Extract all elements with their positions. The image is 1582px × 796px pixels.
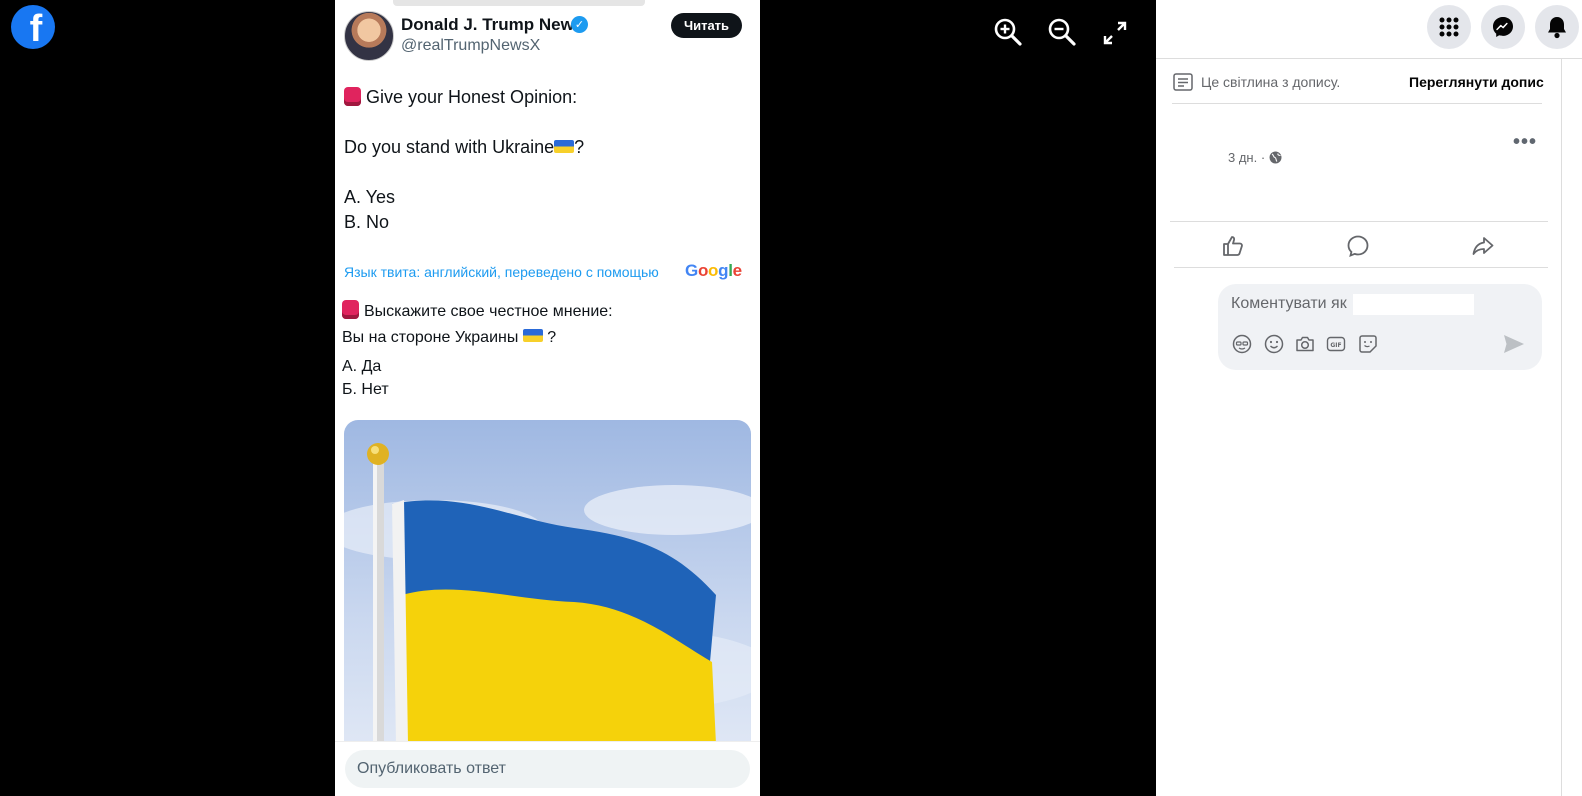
tweet-screenshot: Donald J. Trump News ✓ @realTrumpNewsX Ч… (335, 0, 760, 796)
notifications-button[interactable] (1535, 5, 1579, 49)
document-icon (1173, 73, 1193, 91)
ukraine-flag-icon (554, 140, 575, 153)
tweet-text: Give your Honest Opinion: (366, 87, 578, 107)
redacted-name (1353, 294, 1474, 315)
view-post-link[interactable]: Переглянути допис (1409, 74, 1544, 90)
bell-icon (1548, 17, 1566, 39)
divider (1170, 221, 1548, 222)
photo-viewer: f Donald J. Trump News ✓ @realTrumpNewsX… (0, 0, 1156, 796)
tweet-option: B. No (344, 212, 390, 232)
siren-icon (342, 300, 359, 319)
svg-text:GIF: GIF (1330, 342, 1341, 349)
tweet-text: Do you stand with Ukraine (344, 137, 555, 157)
siren-icon (344, 87, 361, 106)
zoom-in-icon[interactable] (993, 17, 1023, 47)
share-icon (1472, 237, 1494, 255)
translation-note[interactable]: Язык твита: английский, переведено с пом… (344, 264, 659, 280)
tweet-text: ? (574, 137, 585, 157)
verified-badge-icon: ✓ (571, 16, 588, 33)
top-bar (1156, 0, 1582, 59)
google-logo: Google (685, 261, 742, 280)
comment-icon (1347, 235, 1369, 257)
send-icon[interactable] (1503, 334, 1525, 354)
avatar (344, 11, 394, 61)
avatar-sticker-icon[interactable] (1232, 334, 1252, 354)
translated-option: Б. Нет (342, 381, 389, 398)
translated-text-line: Выскажите свое честное мнение: (342, 300, 613, 321)
translated-text: ? (547, 329, 557, 346)
like-icon (1223, 236, 1243, 256)
photo-info-text: Це світлина з допису. (1201, 74, 1341, 90)
comment-input[interactable]: Коментувати як (1231, 295, 1347, 313)
globe-icon (1269, 151, 1282, 164)
facebook-logo-icon[interactable]: f (11, 5, 55, 49)
tweet-author-handle: @realTrumpNewsX (401, 37, 541, 54)
tweet-top-divider (393, 0, 645, 6)
reply-bar: Опубликовать ответ (335, 741, 760, 796)
emoji-icon[interactable] (1264, 334, 1284, 354)
panel-scroll-edge (1561, 58, 1562, 796)
tweet-author-name: Donald J. Trump News (401, 15, 584, 34)
more-icon[interactable]: ••• (1513, 131, 1537, 154)
messenger-button[interactable] (1481, 5, 1525, 49)
like-button[interactable] (1217, 230, 1249, 262)
zoom-out-icon[interactable] (1047, 17, 1077, 47)
post-side-panel: Це світлина з допису. Переглянути допис … (1156, 0, 1582, 796)
ukraine-flag-photo[interactable] (344, 420, 751, 744)
fullscreen-icon[interactable] (1100, 18, 1130, 48)
apps-grid-icon (1439, 17, 1459, 37)
tweet-option: A. Yes (344, 187, 396, 207)
post-time[interactable]: 3 дн. · (1228, 150, 1265, 165)
comment-composer[interactable]: Коментувати як GIF (1218, 284, 1542, 370)
divider (1172, 103, 1542, 104)
divider (1174, 267, 1548, 268)
ukraine-flag-illustration (344, 443, 751, 744)
tweet-text-line: Give your Honest Opinion: (344, 87, 577, 108)
read-button[interactable]: Читать (671, 13, 742, 38)
camera-icon[interactable] (1295, 334, 1315, 354)
gif-icon[interactable]: GIF (1326, 334, 1346, 354)
ukraine-flag-icon (522, 329, 543, 342)
tweet-text-line: Do you stand with Ukraine? (344, 137, 584, 158)
comment-button[interactable] (1342, 230, 1374, 262)
translated-text-line: Вы на стороне Украины ? (342, 329, 556, 347)
messenger-icon (1493, 17, 1513, 37)
share-button[interactable] (1467, 230, 1499, 262)
sticker-icon[interactable] (1358, 334, 1378, 354)
translated-text: Выскажите свое честное мнение: (364, 303, 613, 320)
reply-input[interactable]: Опубликовать ответ (345, 750, 750, 788)
apps-menu-button[interactable] (1427, 5, 1471, 49)
translated-option: А. Да (342, 358, 382, 375)
post-meta: 3 дн. · (1228, 150, 1282, 165)
translated-text: Вы на стороне Украины (342, 329, 519, 346)
